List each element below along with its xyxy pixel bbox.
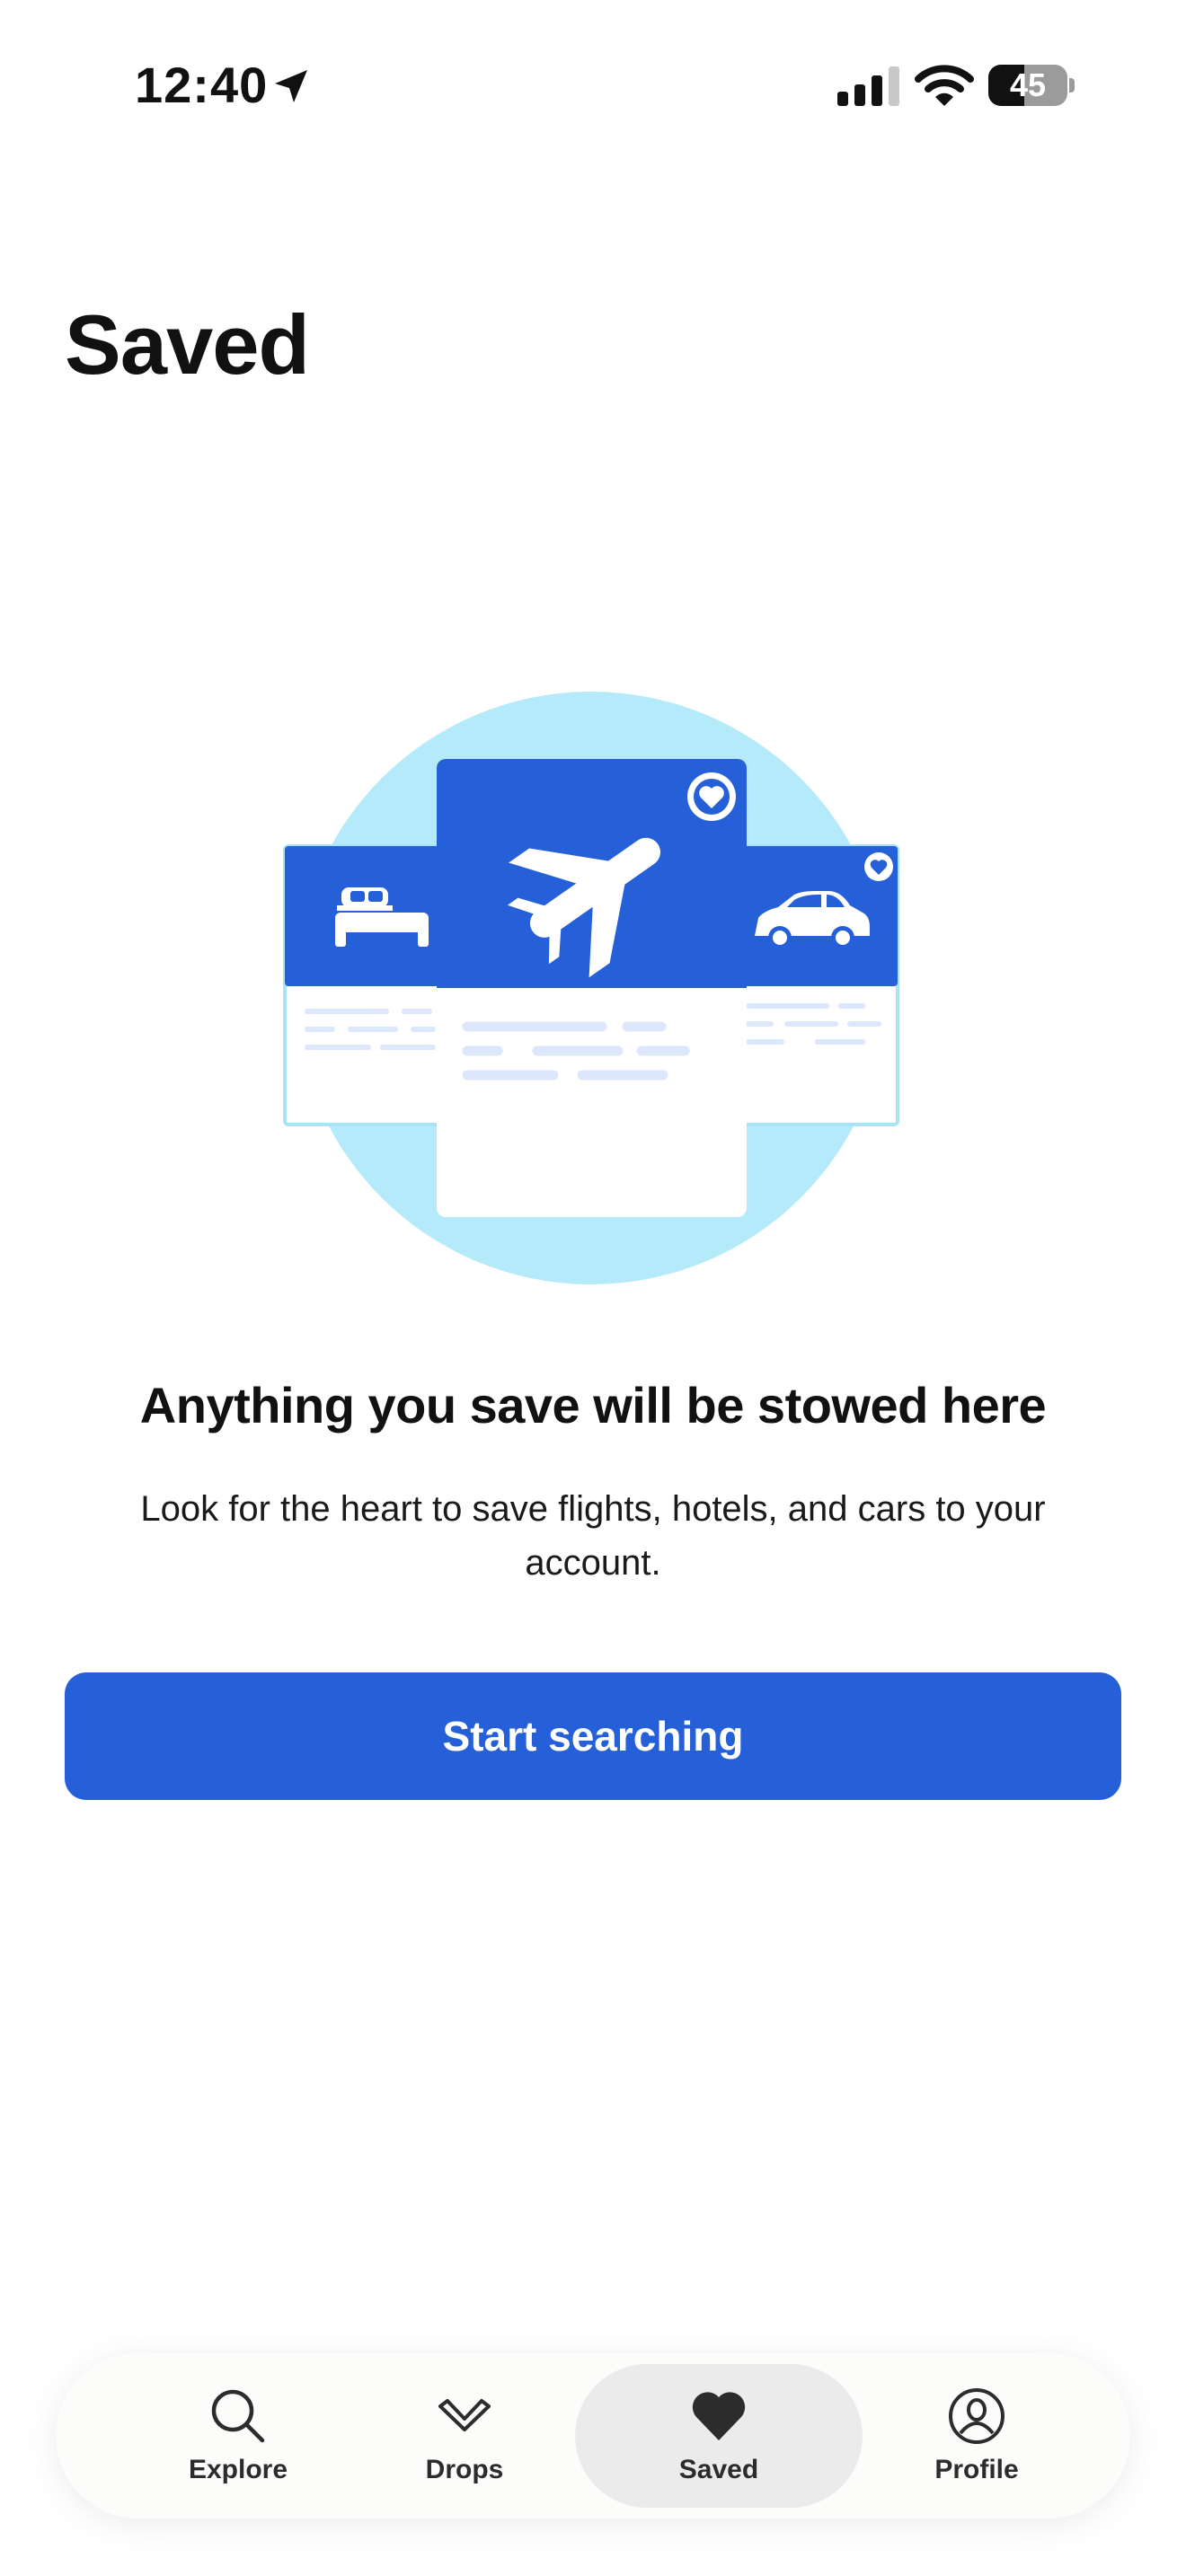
- battery-level: 45: [1009, 66, 1047, 103]
- search-icon: [211, 2389, 265, 2443]
- cellular-signal-icon: [837, 66, 899, 106]
- start-searching-button[interactable]: Start searching: [65, 1672, 1121, 1800]
- heart-icon: [687, 772, 736, 821]
- status-time: 12:40: [135, 57, 269, 113]
- tab-bar: Explore Drops Saved Profile: [56, 2353, 1130, 2519]
- chevron-down-icon: [438, 2399, 491, 2431]
- heart-icon: [692, 2392, 746, 2440]
- tab-label-explore: Explore: [188, 2455, 288, 2484]
- wifi-icon: [915, 65, 974, 106]
- empty-state-heading: Anything you save will be stowed here: [139, 1377, 1047, 1434]
- car-card: [739, 844, 899, 1126]
- tab-label-profile: Profile: [934, 2455, 1019, 2484]
- tab-label-saved: Saved: [678, 2455, 759, 2484]
- tab-drops[interactable]: Drops: [321, 2364, 608, 2508]
- empty-state-illustration: [279, 692, 907, 1293]
- status-bar: 12:40 45: [0, 0, 1186, 171]
- location-arrow-icon: [275, 70, 307, 102]
- profile-icon: [949, 2388, 1005, 2444]
- empty-state-description: Look for the heart to save flights, hote…: [140, 1489, 1046, 1583]
- tab-profile[interactable]: Profile: [833, 2364, 1120, 2508]
- heart-icon: [864, 852, 893, 881]
- tab-saved[interactable]: Saved: [575, 2364, 863, 2508]
- page-title: Saved: [65, 297, 310, 392]
- flight-card: [437, 759, 747, 1217]
- hotel-card: [283, 844, 441, 1126]
- tab-label-drops: Drops: [425, 2455, 504, 2484]
- battery-icon: 45: [988, 65, 1075, 108]
